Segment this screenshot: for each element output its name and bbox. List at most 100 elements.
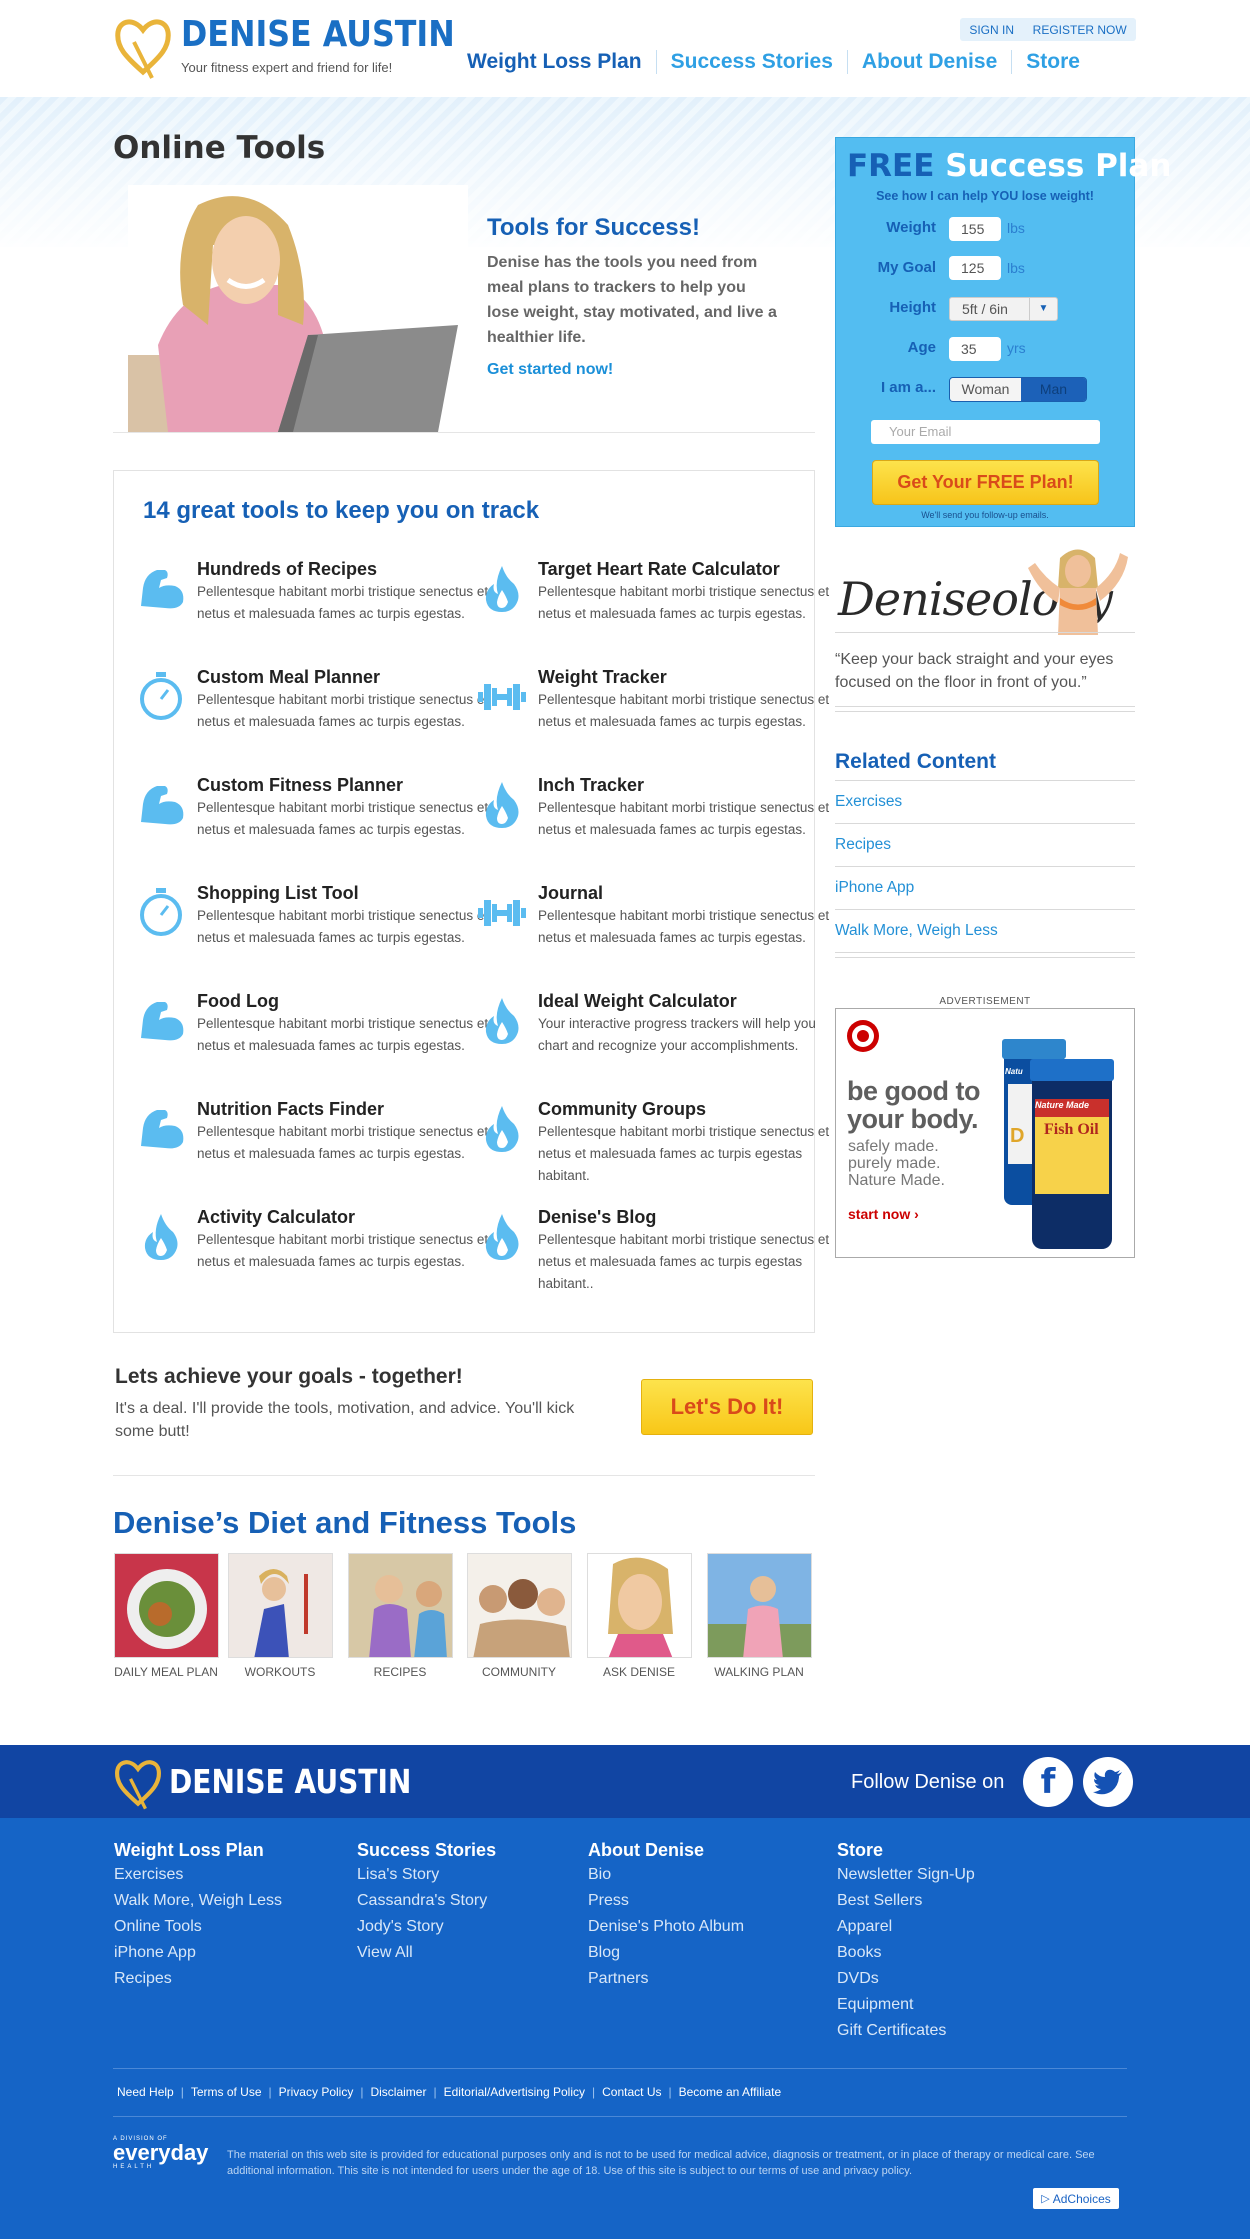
disclaimer-link[interactable]: Disclaimer	[370, 2085, 426, 2099]
footer-link[interactable]: iPhone App	[114, 1940, 282, 1966]
thumb-daily-meal-plan[interactable]	[114, 1553, 219, 1658]
facebook-icon[interactable]: f	[1023, 1757, 1073, 1807]
thumb-workouts[interactable]	[228, 1553, 333, 1658]
tool-name[interactable]: Target Heart Rate Calculator	[538, 558, 848, 580]
privacy-link[interactable]: Privacy Policy	[279, 2085, 354, 2099]
tool-item[interactable]: Weight Tracker Pellentesque habitant morb…	[478, 666, 848, 733]
footer-link[interactable]: View All	[357, 1940, 496, 1966]
tool-name[interactable]: Hundreds of Recipes	[197, 558, 507, 580]
weight-input[interactable]: 155	[949, 217, 1001, 241]
tool-name[interactable]: Shopping List Tool	[197, 882, 507, 904]
tool-item[interactable]: Inch Tracker Pellentesque habitant morbi …	[485, 774, 848, 841]
footer-col-heading[interactable]: About Denise	[588, 1838, 744, 1862]
gender-woman-option[interactable]: Woman	[950, 378, 1021, 401]
editorial-policy-link[interactable]: Editorial/Advertising Policy	[444, 2085, 585, 2099]
footer-brand-name[interactable]: DENISE AUSTIN	[169, 1762, 411, 1801]
related-link[interactable]: iPhone App	[835, 879, 1135, 897]
thumb-recipes[interactable]	[348, 1553, 453, 1658]
gender-man-option[interactable]: Man	[1020, 378, 1086, 401]
footer-col-heading[interactable]: Success Stories	[357, 1838, 496, 1862]
tool-item[interactable]: Hundreds of Recipes Pellentesque habitant…	[141, 558, 507, 625]
tool-item[interactable]: Shopping List Tool Pellentesque habitant …	[140, 882, 507, 949]
tool-item[interactable]: Activity Calculator Pellentesque habitant…	[144, 1206, 507, 1273]
related-link[interactable]: Walk More, Weigh Less	[835, 922, 1135, 940]
brand-name[interactable]: DENISE AUSTIN	[181, 14, 455, 55]
tool-name[interactable]: Journal	[538, 882, 848, 904]
contact-link[interactable]: Contact Us	[602, 2085, 661, 2099]
thumb-ask-denise[interactable]	[587, 1553, 692, 1658]
thumb-walking-plan[interactable]	[707, 1553, 812, 1658]
footer-link[interactable]: Equipment	[837, 1992, 975, 2018]
thumb-label[interactable]: ASK DENISE	[579, 1665, 699, 1679]
tool-item[interactable]: Journal Pellentesque habitant morbi trist…	[478, 882, 848, 949]
terms-link[interactable]: Terms of Use	[191, 2085, 262, 2099]
footer-link[interactable]: Cassandra's Story	[357, 1888, 496, 1914]
tool-item[interactable]: Food Log Pellentesque habitant morbi tris…	[141, 990, 507, 1057]
footer-col-heading[interactable]: Weight Loss Plan	[114, 1838, 282, 1862]
tool-item[interactable]: Community Groups Pellentesque habitant mo…	[485, 1098, 848, 1187]
nav-weight-loss-plan[interactable]: Weight Loss Plan	[467, 50, 656, 74]
footer-link[interactable]: Gift Certificates	[837, 2018, 975, 2044]
age-input[interactable]: 35	[949, 337, 1001, 361]
footer-link[interactable]: DVDs	[837, 1966, 975, 1992]
height-select[interactable]: 5ft / 6in ▼	[949, 297, 1058, 321]
register-link[interactable]: REGISTER NOW	[1033, 23, 1127, 37]
thumb-label[interactable]: WORKOUTS	[220, 1665, 340, 1679]
footer-link[interactable]: Best Sellers	[837, 1888, 975, 1914]
tool-item[interactable]: Target Heart Rate Calculator Pellentesque…	[485, 558, 848, 625]
heart-logo-icon[interactable]	[113, 1754, 163, 1812]
related-link[interactable]: Recipes	[835, 836, 1135, 854]
footer-link[interactable]: Lisa's Story	[357, 1862, 496, 1888]
tool-name[interactable]: Community Groups	[538, 1098, 848, 1120]
footer-link[interactable]: Online Tools	[114, 1914, 282, 1940]
footer-link[interactable]: Partners	[588, 1966, 744, 1992]
thumb-label[interactable]: WALKING PLAN	[699, 1665, 819, 1679]
tool-item[interactable]: Nutrition Facts Finder Pellentesque habit…	[141, 1098, 507, 1165]
footer-link[interactable]: Bio	[588, 1862, 744, 1888]
lets-do-it-button[interactable]: Let's Do It!	[641, 1379, 813, 1435]
footer-link[interactable]: Denise's Photo Album	[588, 1914, 744, 1940]
footer-link[interactable]: Press	[588, 1888, 744, 1914]
tool-name[interactable]: Custom Fitness Planner	[197, 774, 507, 796]
need-help-link[interactable]: Need Help	[117, 2085, 174, 2099]
everyday-health-logo[interactable]: A DIVISION OF everyday HEALTH	[113, 2136, 213, 2181]
goal-input[interactable]: 125	[949, 256, 1001, 280]
tool-name[interactable]: Ideal Weight Calculator	[538, 990, 848, 1012]
email-field[interactable]: Your Email	[871, 420, 1100, 444]
thumb-label[interactable]: RECIPES	[340, 1665, 460, 1679]
footer-link[interactable]: Blog	[588, 1940, 744, 1966]
tool-item[interactable]: Custom Fitness Planner Pellentesque habit…	[141, 774, 507, 841]
heart-logo-icon[interactable]	[114, 12, 172, 82]
footer-link[interactable]: Jody's Story	[357, 1914, 496, 1940]
sign-in-link[interactable]: SIGN IN	[969, 23, 1014, 37]
tool-name[interactable]: Custom Meal Planner	[197, 666, 507, 688]
footer-col-heading[interactable]: Store	[837, 1838, 975, 1862]
adchoices-button[interactable]: ▷ AdChoices	[1033, 2188, 1119, 2209]
get-started-link[interactable]: Get started now!	[487, 361, 613, 379]
thumb-label[interactable]: DAILY MEAL PLAN	[106, 1665, 226, 1679]
get-free-plan-button[interactable]: Get Your FREE Plan!	[872, 460, 1099, 505]
tool-name[interactable]: Food Log	[197, 990, 507, 1012]
footer-link[interactable]: Exercises	[114, 1862, 282, 1888]
footer-link[interactable]: Books	[837, 1940, 975, 1966]
thumb-label[interactable]: COMMUNITY	[459, 1665, 579, 1679]
tool-name[interactable]: Nutrition Facts Finder	[197, 1098, 507, 1120]
tool-name[interactable]: Activity Calculator	[197, 1206, 507, 1228]
tool-name[interactable]: Denise's Blog	[538, 1206, 848, 1228]
tool-name[interactable]: Inch Tracker	[538, 774, 848, 796]
footer-link[interactable]: Apparel	[837, 1914, 975, 1940]
twitter-icon[interactable]	[1083, 1757, 1133, 1807]
nav-store[interactable]: Store	[1011, 50, 1094, 74]
nav-success-stories[interactable]: Success Stories	[655, 50, 847, 74]
tool-item[interactable]: Ideal Weight Calculator Your interactive …	[485, 990, 848, 1057]
tool-name[interactable]: Weight Tracker	[538, 666, 848, 688]
chevron-down-icon[interactable]: ▼	[1029, 298, 1057, 320]
footer-link[interactable]: Walk More, Weigh Less	[114, 1888, 282, 1914]
related-link[interactable]: Exercises	[835, 793, 1135, 811]
affiliate-link[interactable]: Become an Affiliate	[679, 2085, 782, 2099]
footer-link[interactable]: Recipes	[114, 1966, 282, 1992]
nav-about-denise[interactable]: About Denise	[846, 50, 1011, 74]
thumb-community[interactable]	[467, 1553, 572, 1658]
tool-item[interactable]: Custom Meal Planner Pellentesque habitant…	[140, 666, 507, 733]
footer-link[interactable]: Newsletter Sign-Up	[837, 1862, 975, 1888]
